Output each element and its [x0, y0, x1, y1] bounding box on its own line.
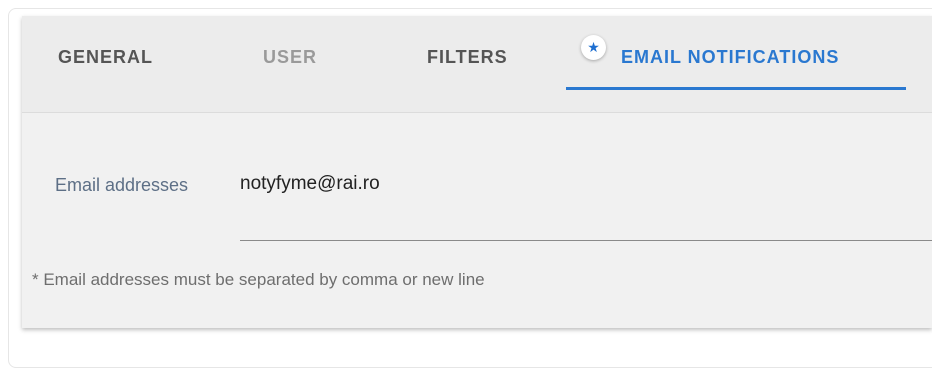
tab-filters[interactable]: FILTERS	[427, 42, 508, 72]
email-addresses-underline	[240, 240, 932, 241]
tab-email-notifications[interactable]: EMAIL NOTIFICATIONS	[621, 42, 839, 72]
email-addresses-label: Email addresses	[55, 175, 189, 195]
tab-user[interactable]: USER	[263, 42, 317, 72]
star-icon: ★	[581, 35, 606, 60]
tab-general[interactable]: GENERAL	[58, 42, 153, 72]
email-addresses-input[interactable]	[240, 173, 920, 195]
email-notifications-content: Email addresses * Email addresses must b…	[22, 113, 932, 328]
tab-bar: GENERAL USER FILTERS ★ EMAIL NOTIFICATIO…	[22, 16, 932, 113]
email-hint-text: * Email addresses must be separated by c…	[32, 270, 485, 289]
settings-panel: GENERAL USER FILTERS ★ EMAIL NOTIFICATIO…	[22, 16, 932, 328]
active-tab-indicator	[566, 87, 906, 90]
